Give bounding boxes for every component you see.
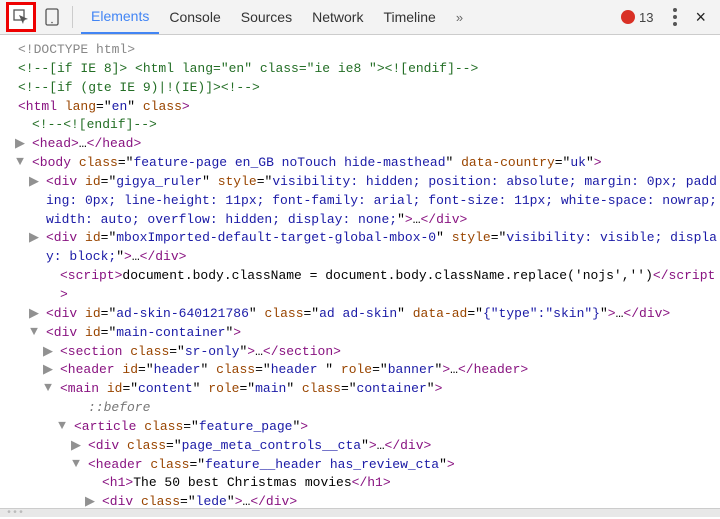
dom-node[interactable]: <!DOCTYPE html>	[0, 41, 720, 60]
dom-node[interactable]: ▶<header id="header" class="header " rol…	[0, 361, 720, 380]
settings-menu-button[interactable]	[663, 8, 687, 26]
separator	[72, 6, 73, 28]
dom-node[interactable]: ▶<div class="page_meta_controls__cta">…<…	[0, 437, 720, 456]
dom-node[interactable]: ▼<body class="feature-page en_GB noTouch…	[0, 154, 720, 173]
tab-network[interactable]: Network	[302, 1, 373, 33]
dom-node[interactable]: ▶<div id="mboxImported-default-target-gl…	[0, 229, 720, 267]
expand-arrow-icon[interactable]: ▶	[90, 493, 102, 508]
dom-node[interactable]: ::before	[0, 399, 720, 418]
tab-timeline[interactable]: Timeline	[373, 1, 445, 33]
expand-arrow-icon[interactable]: ▶	[34, 173, 46, 192]
expand-arrow-icon[interactable]: ▶	[34, 229, 46, 248]
expand-arrow-icon[interactable]: ▶	[34, 305, 46, 324]
expand-arrow-icon[interactable]: ▼	[34, 323, 46, 342]
dom-node[interactable]: <!--<![endif]-->	[0, 116, 720, 135]
dom-node[interactable]: <!--[if (gte IE 9)|!(IE)]><!-->	[0, 79, 720, 98]
device-icon	[45, 8, 59, 26]
inspect-cursor-icon	[13, 9, 29, 25]
dom-node[interactable]: <!--[if IE 8]> <html lang="en" class="ie…	[0, 60, 720, 79]
dom-node[interactable]: ▼<div id="main-container">	[0, 324, 720, 343]
dom-node[interactable]: ▼<article class="feature_page">	[0, 418, 720, 437]
dom-node[interactable]: ▼<main id="content" role="main" class="c…	[0, 380, 720, 399]
expand-arrow-icon[interactable]: ▼	[20, 153, 32, 172]
expand-arrow-icon[interactable]: ▶	[48, 343, 60, 362]
expand-arrow-icon[interactable]: ▶	[48, 361, 60, 380]
dom-node[interactable]: ▶<div id="ad-skin-640121786" class="ad a…	[0, 305, 720, 324]
expand-arrow-icon[interactable]: ▼	[62, 417, 74, 436]
error-icon	[621, 10, 635, 24]
close-devtools-button[interactable]: ×	[687, 7, 714, 28]
dom-node[interactable]: <script>document.body.className = docume…	[0, 267, 720, 305]
expand-arrow-icon[interactable]: ▼	[48, 379, 60, 398]
devtools-toolbar: Elements Console Sources Network Timelin…	[0, 0, 720, 35]
dom-node[interactable]: <h1>The 50 best Christmas movies</h1>	[0, 474, 720, 493]
dom-node[interactable]: ▶<div class="lede">…</div>	[0, 493, 720, 508]
expand-arrow-icon[interactable]: ▶	[20, 135, 32, 154]
error-count[interactable]: 13	[611, 10, 663, 25]
tab-sources[interactable]: Sources	[231, 1, 302, 33]
dom-node[interactable]: <html lang="en" class>	[0, 98, 720, 117]
breadcrumb-footer: •••	[0, 508, 720, 517]
tab-console[interactable]: Console	[159, 1, 230, 33]
inspect-element-button[interactable]	[6, 2, 36, 32]
expand-arrow-icon[interactable]: ▶	[76, 437, 88, 456]
dom-node[interactable]: ▶<section class="sr-only">…</section>	[0, 343, 720, 362]
error-number: 13	[639, 10, 653, 25]
dom-node[interactable]: ▶<div id="gigya_ruler" style="visibility…	[0, 173, 720, 230]
device-toolbar-button[interactable]	[40, 5, 64, 29]
dom-node[interactable]: ▶<head>…</head>	[0, 135, 720, 154]
dom-tree-panel[interactable]: <!DOCTYPE html><!--[if IE 8]> <html lang…	[0, 35, 720, 508]
more-tabs-button[interactable]: »	[446, 10, 473, 25]
dom-node[interactable]: ▼<header class="feature__header has_revi…	[0, 456, 720, 475]
tab-elements[interactable]: Elements	[81, 0, 159, 34]
expand-arrow-icon[interactable]: ▼	[76, 455, 88, 474]
